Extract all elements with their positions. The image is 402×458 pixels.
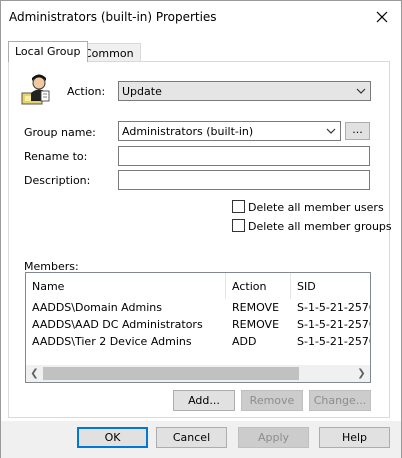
close-button[interactable] [371, 7, 393, 27]
help-button[interactable]: Help [319, 427, 390, 448]
delete-users-label: Delete all member users [248, 201, 384, 214]
member-sid: S-1-5-21-2570 [297, 301, 370, 314]
add-member-button[interactable]: Add... [173, 390, 235, 411]
cancel-button[interactable]: Cancel [156, 427, 227, 448]
horizontal-scrollbar[interactable]: ❮ ❯ [26, 365, 370, 382]
delete-groups-label: Delete all member groups [248, 220, 392, 233]
remove-member-button[interactable]: Remove [241, 390, 303, 411]
separator [18, 111, 385, 112]
delete-users-checkbox[interactable] [232, 200, 245, 213]
close-icon [376, 11, 388, 23]
column-header-action[interactable]: Action [226, 273, 291, 299]
member-sid: S-1-5-21-2570 [297, 318, 370, 331]
table-row[interactable]: AADDS\Tier 2 Device Admins ADD S-1-5-21-… [26, 333, 370, 350]
group-name-combo[interactable]: Administrators (built-in) [118, 121, 341, 141]
chevron-down-icon [326, 128, 336, 134]
window-title: Administrators (built-in) Properties [9, 10, 217, 24]
member-name: AADDS\Domain Admins [32, 301, 162, 314]
member-action: ADD [232, 335, 257, 348]
column-header-name[interactable]: Name [26, 273, 226, 299]
title-bar: Administrators (built-in) Properties [1, 1, 401, 33]
members-list[interactable]: Name Action SID AADDS\Domain Admins REMO… [25, 272, 371, 383]
action-dropdown[interactable]: Update [118, 81, 371, 101]
member-sid: S-1-5-21-2570 [297, 335, 370, 348]
description-input[interactable] [118, 170, 370, 190]
scroll-right-icon[interactable]: ❯ [353, 365, 370, 382]
group-name-value: Administrators (built-in) [122, 125, 254, 138]
description-label: Description: [24, 174, 91, 187]
member-name: AADDS\Tier 2 Device Admins [32, 335, 192, 348]
scrollbar-thumb[interactable] [43, 367, 299, 380]
member-action: REMOVE [232, 318, 280, 331]
table-row[interactable]: AADDS\AAD DC Administrators REMOVE S-1-5… [26, 316, 370, 333]
members-list-header: Name Action SID [26, 273, 370, 299]
member-action: REMOVE [232, 301, 280, 314]
properties-dialog: Administrators (built-in) Properties Loc… [0, 0, 402, 458]
apply-button[interactable]: Apply [238, 427, 309, 448]
group-name-label: Group name: [24, 126, 96, 139]
scroll-left-icon[interactable]: ❮ [26, 365, 43, 382]
browse-button[interactable]: ... [345, 122, 370, 140]
rename-input[interactable] [118, 146, 370, 166]
table-row[interactable]: AADDS\Domain Admins REMOVE S-1-5-21-2570 [26, 299, 370, 316]
ok-button[interactable]: OK [77, 427, 148, 448]
chevron-down-icon [356, 88, 366, 94]
change-member-button[interactable]: Change... [309, 390, 371, 411]
column-header-sid[interactable]: SID [291, 273, 370, 299]
group-policy-user-icon [19, 73, 53, 107]
tab-local-group[interactable]: Local Group [8, 41, 88, 62]
member-name: AADDS\AAD DC Administrators [32, 318, 203, 331]
action-dropdown-value: Update [122, 85, 162, 98]
delete-groups-checkbox[interactable] [232, 219, 245, 232]
action-label: Action: [67, 85, 106, 98]
rename-label: Rename to: [24, 150, 88, 163]
